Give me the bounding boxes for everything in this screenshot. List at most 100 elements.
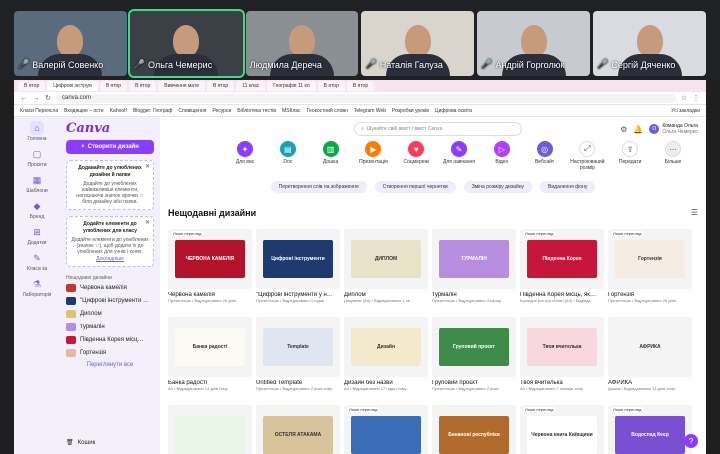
design-card[interactable]: ОСТЕЛЯ АТАКАМА xyxy=(256,405,340,454)
design-thumbnail[interactable] xyxy=(168,405,252,454)
recent-design-item[interactable]: Диплом xyxy=(66,307,154,320)
team-switcher[interactable]: О Команда Ольга Ольга Чемерис xyxy=(649,123,698,135)
design-thumbnail[interactable]: Бананові республіки xyxy=(432,405,516,454)
participant-tile[interactable]: 🎤 Андрій Горголюк xyxy=(477,11,591,76)
recent-design-item[interactable]: турмалін xyxy=(66,320,154,333)
browser-tab[interactable]: Географія 11 кл xyxy=(267,81,316,91)
design-thumbnail[interactable]: Водоспад Кеєр Лише перегляд xyxy=(608,405,692,454)
design-card[interactable]: Водоспад Кеєр Лише перегляд xyxy=(608,405,692,454)
bookmark-link[interactable]: Blogger: Географ xyxy=(133,108,172,114)
participant-tile[interactable]: Людмила Дереча xyxy=(245,11,359,76)
design-thumbnail[interactable]: Червона книга Київщини Лише перегляд xyxy=(520,405,604,454)
back-icon[interactable]: ← xyxy=(20,95,28,102)
category-button[interactable]: ▤ Doc xyxy=(271,141,305,177)
trash-button[interactable]: 🗑 Кошик xyxy=(66,439,95,447)
all-bookmarks[interactable]: Усі закладки xyxy=(671,108,700,114)
browser-tab[interactable]: В ятор xyxy=(18,81,46,91)
browser-tab[interactable]: Цифрові інструм xyxy=(47,81,98,91)
category-button[interactable]: ♥ Соцмережі xyxy=(399,141,433,177)
category-button[interactable]: ▥ Дошка xyxy=(314,141,348,177)
bookmark-link[interactable]: Ресурси xyxy=(212,108,231,114)
design-thumbnail[interactable]: Дизайн xyxy=(344,317,428,377)
design-card[interactable]: Лише перегляд xyxy=(344,405,428,454)
design-card[interactable]: Template Untitled Template Презентація • В… xyxy=(256,317,340,397)
browser-tab[interactable]: В ятор xyxy=(129,81,157,91)
rail-item[interactable]: ▢ Проєкти xyxy=(27,147,46,169)
category-button[interactable]: ✎ Для навчання xyxy=(442,141,476,177)
design-thumbnail[interactable]: Твоя вчителька xyxy=(520,317,604,377)
ai-chip[interactable]: Видалення фону xyxy=(540,181,596,193)
design-thumbnail[interactable]: Груповий проєкт xyxy=(432,317,516,377)
bookmark-link[interactable]: Розробки уроків xyxy=(392,108,429,114)
design-card[interactable]: Цифрові інструменти "Цифрові інструменти … xyxy=(256,229,340,309)
reload-icon[interactable]: ↻ xyxy=(44,94,52,102)
recent-design-item[interactable]: Гортензія xyxy=(66,346,154,359)
url-field[interactable]: canva.com xyxy=(56,93,676,103)
design-thumbnail[interactable]: ТУРМАЛІН xyxy=(432,229,516,289)
bookmark-link[interactable]: Входящие – осте xyxy=(64,108,104,114)
browser-tab[interactable]: Вивчення мате xyxy=(158,81,205,91)
design-card[interactable]: ДИПЛОМ Диплом Документ (А4) • Відредагован… xyxy=(344,229,428,309)
participant-tile[interactable]: 🎤 Ольга Чемерис xyxy=(127,9,245,78)
design-thumbnail[interactable]: Південна Корея Лише перегляд xyxy=(520,229,604,289)
recent-design-item[interactable]: Червона камелія xyxy=(66,281,154,294)
create-design-button[interactable]: + Створити дизайн xyxy=(66,140,154,154)
rail-item[interactable]: ⌂ Головна xyxy=(28,121,47,142)
recent-design-item[interactable]: Південна Корея місц… xyxy=(66,333,154,346)
gear-icon[interactable]: ⚙ xyxy=(620,125,627,134)
ai-chip[interactable]: Створення першої чернетки xyxy=(374,181,456,193)
rail-item[interactable]: ✎ Класи за xyxy=(27,251,47,273)
design-card[interactable]: Банка радості Банка радості А4 • Відредаго… xyxy=(168,317,252,397)
design-card[interactable]: Червона книга Київщини Лише перегляд xyxy=(520,405,604,454)
design-card[interactable]: ТУРМАЛІН турмалін Презентація • Відредагов… xyxy=(432,229,516,309)
design-thumbnail[interactable]: ЧЕРВОНА КАМЕЛІЯ Лише перегляд xyxy=(168,229,252,289)
bookmark-link[interactable]: Kahoot! xyxy=(110,108,127,114)
list-view-icon[interactable]: ☰ xyxy=(691,208,698,217)
browser-tab[interactable]: В ятор xyxy=(206,81,235,91)
bookmark-link[interactable]: Класи Переясла xyxy=(20,108,58,114)
browser-tab[interactable]: В ятор xyxy=(317,81,345,91)
design-thumbnail[interactable]: Лише перегляд xyxy=(344,405,428,454)
forward-icon[interactable]: → xyxy=(32,95,40,102)
rail-item[interactable]: ▦ Шаблони xyxy=(26,173,47,195)
help-button[interactable]: ? xyxy=(684,434,698,448)
design-card[interactable] xyxy=(168,405,252,454)
category-button[interactable]: ◎ Вебсайт xyxy=(528,141,562,177)
design-thumbnail[interactable]: Банка радості xyxy=(168,317,252,377)
bookmark-link[interactable]: Цифрова освіта xyxy=(435,108,472,114)
close-icon[interactable]: ✕ xyxy=(145,219,150,226)
design-card[interactable]: Твоя вчителька Твоя вчителька А4 • Відреда… xyxy=(520,317,604,397)
category-button[interactable]: ▶ Презентація xyxy=(356,141,390,177)
category-button[interactable]: ▷ Відео xyxy=(485,141,519,177)
bell-icon[interactable]: 🔔 xyxy=(633,125,643,134)
close-icon[interactable]: ✕ xyxy=(145,163,150,170)
design-card[interactable]: ЧЕРВОНА КАМЕЛІЯ Лише перегляд Червона каме… xyxy=(168,229,252,309)
browser-tab[interactable]: В ятор xyxy=(346,81,375,91)
design-thumbnail[interactable]: Цифрові інструменти xyxy=(256,229,340,289)
design-thumbnail[interactable]: АФРИКА xyxy=(608,317,692,377)
design-thumbnail[interactable]: Гортензія Лише перегляд xyxy=(608,229,692,289)
participant-tile[interactable]: 🎤 Сергій Дяченко xyxy=(593,11,706,76)
design-card[interactable]: АФРИКА АФРИКА Дошка • Відредаговано 14 дні… xyxy=(608,317,692,397)
bookmark-link[interactable]: Геокостний словн xyxy=(307,108,348,114)
design-thumbnail[interactable]: ДИПЛОМ xyxy=(344,229,428,289)
category-button[interactable]: ✦ Для вас xyxy=(228,141,262,177)
category-button[interactable]: ⋯ Більше xyxy=(656,141,690,177)
bookmark-link[interactable]: MSКлас xyxy=(282,108,301,114)
design-card[interactable]: Південна Корея Лише перегляд Південна Коре… xyxy=(520,229,604,309)
browser-tab[interactable]: 11 клас xyxy=(236,81,266,91)
see-all-link[interactable]: Переглянути все xyxy=(66,362,154,368)
bookmark-link[interactable]: Telegram Web xyxy=(354,108,386,114)
participant-tile[interactable]: 🎤 Наталія Галуза xyxy=(361,11,475,76)
ai-chip[interactable]: Зміна розміру дизайну xyxy=(463,181,533,193)
learn-more-link[interactable]: Докладніше xyxy=(71,256,149,262)
rail-item[interactable]: ⊞ Додатки xyxy=(28,225,47,247)
design-card[interactable]: Дизайн Дизайн без назви А4 • Відредаговано… xyxy=(344,317,428,397)
category-button[interactable]: ⤢ Настроюваний розмір xyxy=(570,141,605,177)
design-card[interactable]: Груповий проєкт Груповий проєкт Презентаці… xyxy=(432,317,516,397)
recent-design-item[interactable]: "Цифрові інструменти … xyxy=(66,294,154,307)
rail-item[interactable]: ⚗ Лабораторія xyxy=(23,277,52,299)
design-thumbnail[interactable]: Template xyxy=(256,317,340,377)
canva-logo[interactable]: Canva xyxy=(66,121,154,136)
participant-tile[interactable]: 🎤 Валерій Совенко xyxy=(14,11,127,76)
